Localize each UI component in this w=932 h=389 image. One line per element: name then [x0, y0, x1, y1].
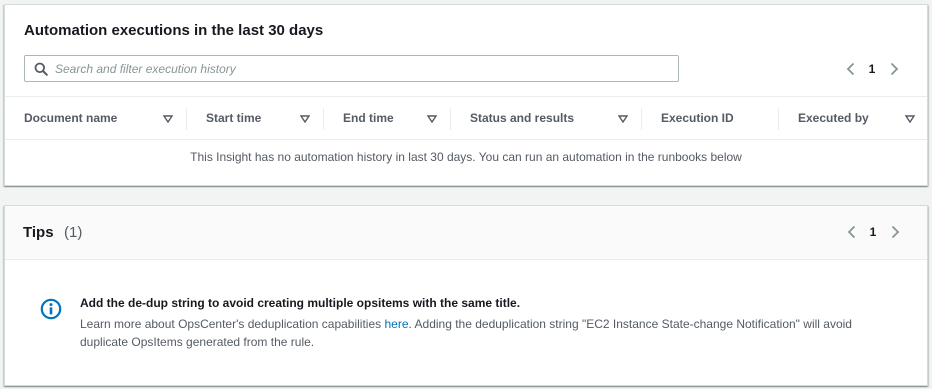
- search-box[interactable]: [24, 55, 679, 82]
- learn-more-link[interactable]: here: [384, 317, 408, 331]
- chevron-right-icon: [890, 62, 898, 76]
- column-label: End time: [343, 111, 394, 125]
- search-input[interactable]: [55, 56, 665, 81]
- info-icon: [40, 298, 62, 320]
- chevron-left-icon: [846, 62, 854, 76]
- previous-page-button[interactable]: [843, 59, 857, 79]
- column-label: Executed by: [798, 111, 869, 125]
- sort-caret-icon: [300, 115, 310, 123]
- column-label: Start time: [206, 111, 262, 125]
- chevron-left-icon: [847, 225, 855, 239]
- automation-executions-panel: Automation executions in the last 30 day…: [4, 4, 928, 186]
- tips-header: Tips (1): [5, 206, 927, 260]
- column-header-execution-id: Execution ID: [642, 97, 779, 139]
- tips-title: Tips: [23, 224, 54, 241]
- search-icon: [34, 62, 48, 76]
- sort-caret-icon: [427, 115, 437, 123]
- sort-caret-icon: [163, 115, 173, 123]
- current-page-number[interactable]: 1: [858, 225, 888, 239]
- tips-pagination: 1: [844, 222, 902, 242]
- column-label: Execution ID: [661, 111, 734, 125]
- column-label: Document name: [24, 111, 118, 125]
- tip-body: Learn more about OpsCenter's deduplicati…: [80, 315, 890, 351]
- executions-table-header: Document name Start time End time Status…: [5, 96, 927, 140]
- executions-panel-title: Automation executions in the last 30 day…: [24, 22, 324, 39]
- tips-panel: Tips (1) 1 Add the de-dup string to avoi…: [4, 205, 928, 386]
- previous-page-button[interactable]: [844, 222, 858, 242]
- sort-caret-icon: [905, 115, 915, 123]
- column-header-document-name[interactable]: Document name: [5, 97, 187, 139]
- empty-table-message: This Insight has no automation history i…: [190, 150, 742, 164]
- column-header-status-and-results[interactable]: Status and results: [451, 97, 642, 139]
- next-page-button[interactable]: [887, 59, 901, 79]
- sort-caret-icon: [618, 115, 628, 123]
- next-page-button[interactable]: [888, 222, 902, 242]
- tip-body-text: Learn more about OpsCenter's deduplicati…: [80, 317, 385, 331]
- chevron-right-icon: [891, 225, 899, 239]
- current-page-number[interactable]: 1: [857, 62, 887, 76]
- column-label: Status and results: [470, 111, 575, 125]
- executions-pagination: 1: [843, 59, 901, 79]
- tips-count: (1): [64, 224, 83, 241]
- tip-title: Add the de-dup string to avoid creating …: [80, 296, 521, 310]
- column-header-executed-by[interactable]: Executed by: [779, 97, 927, 139]
- column-header-start-time[interactable]: Start time: [187, 97, 324, 139]
- column-header-end-time[interactable]: End time: [324, 97, 451, 139]
